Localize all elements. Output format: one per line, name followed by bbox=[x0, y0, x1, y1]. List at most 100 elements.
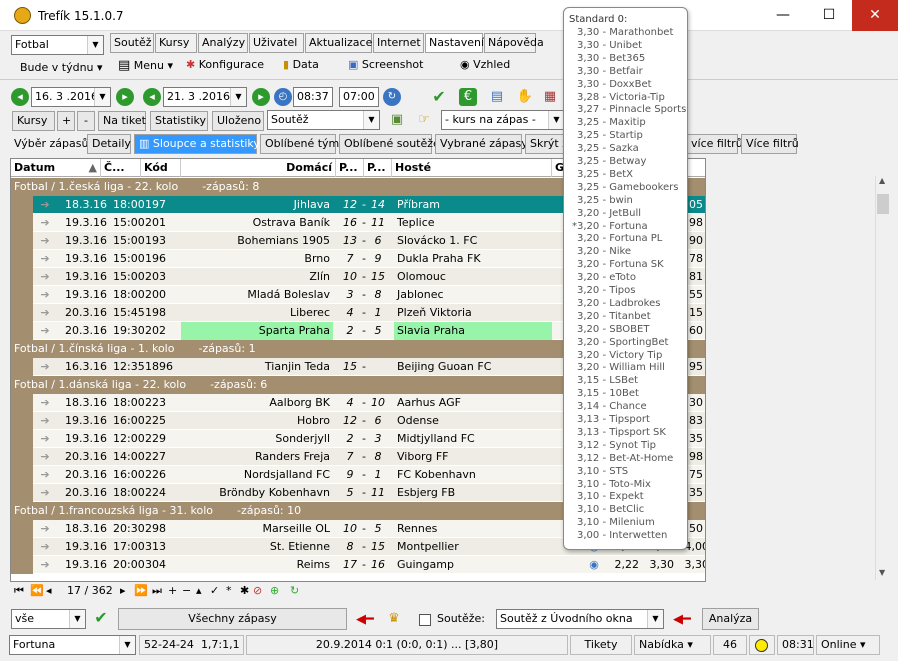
time-from-field[interactable]: 08:37 bbox=[293, 87, 333, 107]
popup-odds-item[interactable]: 3,27 - Pinnacle Sports bbox=[564, 103, 687, 116]
first-record-icon[interactable]: ⏮ bbox=[14, 583, 24, 599]
popup-odds-item[interactable]: 3,20 - Fortuna SK bbox=[564, 258, 687, 271]
col-hoste[interactable]: Hosté bbox=[392, 159, 552, 177]
popup-odds-item[interactable]: *3,20 - Fortuna bbox=[564, 220, 687, 233]
popup-odds-item[interactable]: 3,20 - JetBull bbox=[564, 207, 687, 220]
tab-soutez[interactable]: Soutěž bbox=[110, 33, 154, 53]
bookie-select[interactable]: Fortuna ▼ bbox=[9, 635, 136, 655]
popup-odds-item[interactable]: 3,15 - LSBet bbox=[564, 374, 687, 387]
popup-odds-item[interactable]: 3,13 - Tipsport SK bbox=[564, 426, 687, 439]
kurs-select[interactable]: - kurs na zápas - ▼ bbox=[441, 110, 565, 130]
popup-odds-item[interactable]: 3,20 - William Hill bbox=[564, 361, 687, 374]
popup-odds-item[interactable]: 3,20 - SportingBet bbox=[564, 336, 687, 349]
hand-icon[interactable]: ✋ bbox=[516, 88, 534, 106]
popup-odds-item[interactable]: 3,30 - DoxxBet bbox=[564, 78, 687, 91]
tab-oblibene-tymy[interactable]: Oblíbené týmy bbox=[260, 134, 346, 154]
filter-select[interactable]: vše ▼ bbox=[11, 609, 86, 629]
popup-odds-item[interactable]: 3,20 - Titanbet bbox=[564, 310, 687, 323]
vice-filtru-button[interactable]: více filtrů bbox=[686, 134, 743, 154]
tab-uzivatel[interactable]: Uživatel bbox=[249, 33, 304, 53]
delete-record-icon[interactable]: − bbox=[182, 583, 191, 599]
popup-odds-item[interactable]: 3,25 - Sazka bbox=[564, 142, 687, 155]
list-icon[interactable]: ▤ bbox=[488, 88, 506, 106]
refresh-green-icon[interactable]: ↻ bbox=[290, 583, 299, 599]
apply-check-icon[interactable]: ✔ bbox=[92, 609, 110, 627]
scroll-up-icon[interactable]: ▲ bbox=[879, 176, 885, 185]
trophy-icon[interactable]: ♛ bbox=[385, 610, 403, 628]
popup-odds-item[interactable]: 3,25 - Betway bbox=[564, 155, 687, 168]
check-icon[interactable]: ✔ bbox=[430, 88, 448, 106]
prev-record-icon[interactable]: ◂ bbox=[46, 583, 52, 599]
stop-icon[interactable]: ⊘ bbox=[253, 583, 262, 599]
popup-odds-item[interactable]: 3,25 - Startip bbox=[564, 129, 687, 142]
popup-odds-item[interactable]: 3,28 - Victoria-Tip bbox=[564, 91, 687, 104]
close-icon[interactable]: ✕ bbox=[852, 0, 898, 31]
popup-odds-item[interactable]: 3,12 - Synot Tip bbox=[564, 439, 687, 452]
analyza-button[interactable]: Analýza bbox=[702, 608, 759, 630]
tab-vyber-zapasu[interactable]: Výběr zápasů bbox=[14, 137, 88, 150]
filter-icon[interactable]: ▣ bbox=[388, 111, 406, 129]
minimize-icon[interactable]: — bbox=[760, 0, 806, 31]
prev-date-icon[interactable]: ◂ bbox=[11, 88, 29, 106]
tab-detaily[interactable]: Detaily bbox=[87, 134, 131, 154]
tab-kursy[interactable]: Kursy bbox=[155, 33, 197, 53]
popup-odds-item[interactable]: 3,20 - Fortuna PL bbox=[564, 232, 687, 245]
popup-odds-item[interactable]: 3,20 - Victory Tip bbox=[564, 349, 687, 362]
popup-odds-item[interactable]: 3,30 - Unibet bbox=[564, 39, 687, 52]
next-page-icon[interactable]: ⏩ bbox=[134, 583, 148, 599]
popup-odds-item[interactable]: 3,20 - Nike bbox=[564, 245, 687, 258]
next-record-icon[interactable]: ▸ bbox=[120, 583, 126, 599]
asterisk-icon[interactable]: * bbox=[226, 583, 232, 599]
prev-date2-icon[interactable]: ◂ bbox=[143, 88, 161, 106]
online-dropdown[interactable]: Online ▾ bbox=[816, 635, 880, 655]
soutez-select[interactable]: Soutěž ▼ bbox=[267, 110, 380, 130]
refresh-time-icon[interactable]: ↻ bbox=[383, 88, 401, 106]
souteze-checkbox[interactable] bbox=[419, 614, 431, 626]
next-date2-icon[interactable]: ▸ bbox=[252, 88, 270, 106]
popup-odds-item[interactable]: 3,00 - Interwetten bbox=[564, 529, 687, 542]
next-date-icon[interactable]: ▸ bbox=[116, 88, 134, 106]
arrow-left-icon[interactable]: ◀━ bbox=[356, 612, 374, 627]
add-record-icon[interactable]: + bbox=[168, 583, 177, 599]
popup-odds-item[interactable]: 3,14 - Chance bbox=[564, 400, 687, 413]
popup-odds-item[interactable]: 3,25 - BetX bbox=[564, 168, 687, 181]
last-record-icon[interactable]: ⏭ bbox=[152, 583, 162, 599]
popup-odds-item[interactable]: 3,20 - Ladbrokes bbox=[564, 297, 687, 310]
tikety-button[interactable]: Tikety bbox=[570, 635, 632, 655]
time-to-field[interactable]: 07:00 bbox=[339, 87, 379, 107]
popup-odds-item[interactable]: 3,15 - 10Bet bbox=[564, 387, 687, 400]
popup-odds-item[interactable]: 3,20 - Tipos bbox=[564, 284, 687, 297]
popup-odds-item[interactable]: 3,10 - BetClic bbox=[564, 503, 687, 516]
tab-aktualizace[interactable]: Aktualizace bbox=[305, 33, 372, 53]
col-cas[interactable]: Č... bbox=[101, 159, 141, 177]
col-p2[interactable]: P... bbox=[364, 159, 392, 177]
post-record-icon[interactable]: ✓ bbox=[210, 583, 219, 599]
prev-page-icon[interactable]: ⏪ bbox=[30, 583, 44, 599]
date-from-picker[interactable]: 16. 3 .2016 ▼ bbox=[31, 87, 111, 107]
popup-odds-item[interactable]: 3,25 - bwin bbox=[564, 194, 687, 207]
col-kod[interactable]: Kód bbox=[141, 159, 181, 177]
tab-nastaveni[interactable]: Nastavení bbox=[425, 33, 484, 53]
col-datum[interactable]: Datum ▲ bbox=[11, 159, 101, 177]
clock-icon[interactable]: ◴ bbox=[274, 88, 292, 106]
souteze-select[interactable]: Soutěž z Úvodního okna ▼ bbox=[496, 609, 664, 629]
tv-icon[interactable]: ◉ bbox=[585, 556, 603, 574]
screenshot-button[interactable]: ▣ Screenshot bbox=[348, 58, 423, 71]
tab-analyzy[interactable]: Analýzy bbox=[198, 33, 248, 53]
vzhled-button[interactable]: ◉ Vzhled bbox=[460, 58, 510, 71]
data-button[interactable]: ▮ Data bbox=[283, 58, 319, 71]
popup-odds-item[interactable]: 3,25 - Gamebookers bbox=[564, 181, 687, 194]
period-dropdown[interactable]: Bude v týdnu ▾ bbox=[20, 61, 103, 74]
calendar-icon[interactable]: ▦ bbox=[541, 88, 559, 106]
tab-sloupce[interactable]: ▥ Sloupce a statistiky bbox=[134, 134, 260, 154]
sport-select[interactable]: Fotbal ▼ bbox=[11, 35, 104, 55]
popup-odds-item[interactable]: 3,10 - STS bbox=[564, 465, 687, 478]
date-to-picker[interactable]: 21. 3 .2016 ▼ bbox=[163, 87, 247, 107]
popup-odds-item[interactable]: 3,25 - Maxitip bbox=[564, 116, 687, 129]
statistiky-button[interactable]: Statistiky bbox=[150, 111, 208, 131]
popup-odds-item[interactable]: 3,30 - Bet365 bbox=[564, 52, 687, 65]
tab-skryt[interactable]: Skrýt zá bbox=[525, 134, 565, 154]
minus-button[interactable]: - bbox=[77, 111, 95, 131]
pointing-hand-icon[interactable]: ☞ bbox=[415, 111, 433, 129]
vertical-scrollbar[interactable]: ▲ ▼ bbox=[875, 176, 892, 580]
